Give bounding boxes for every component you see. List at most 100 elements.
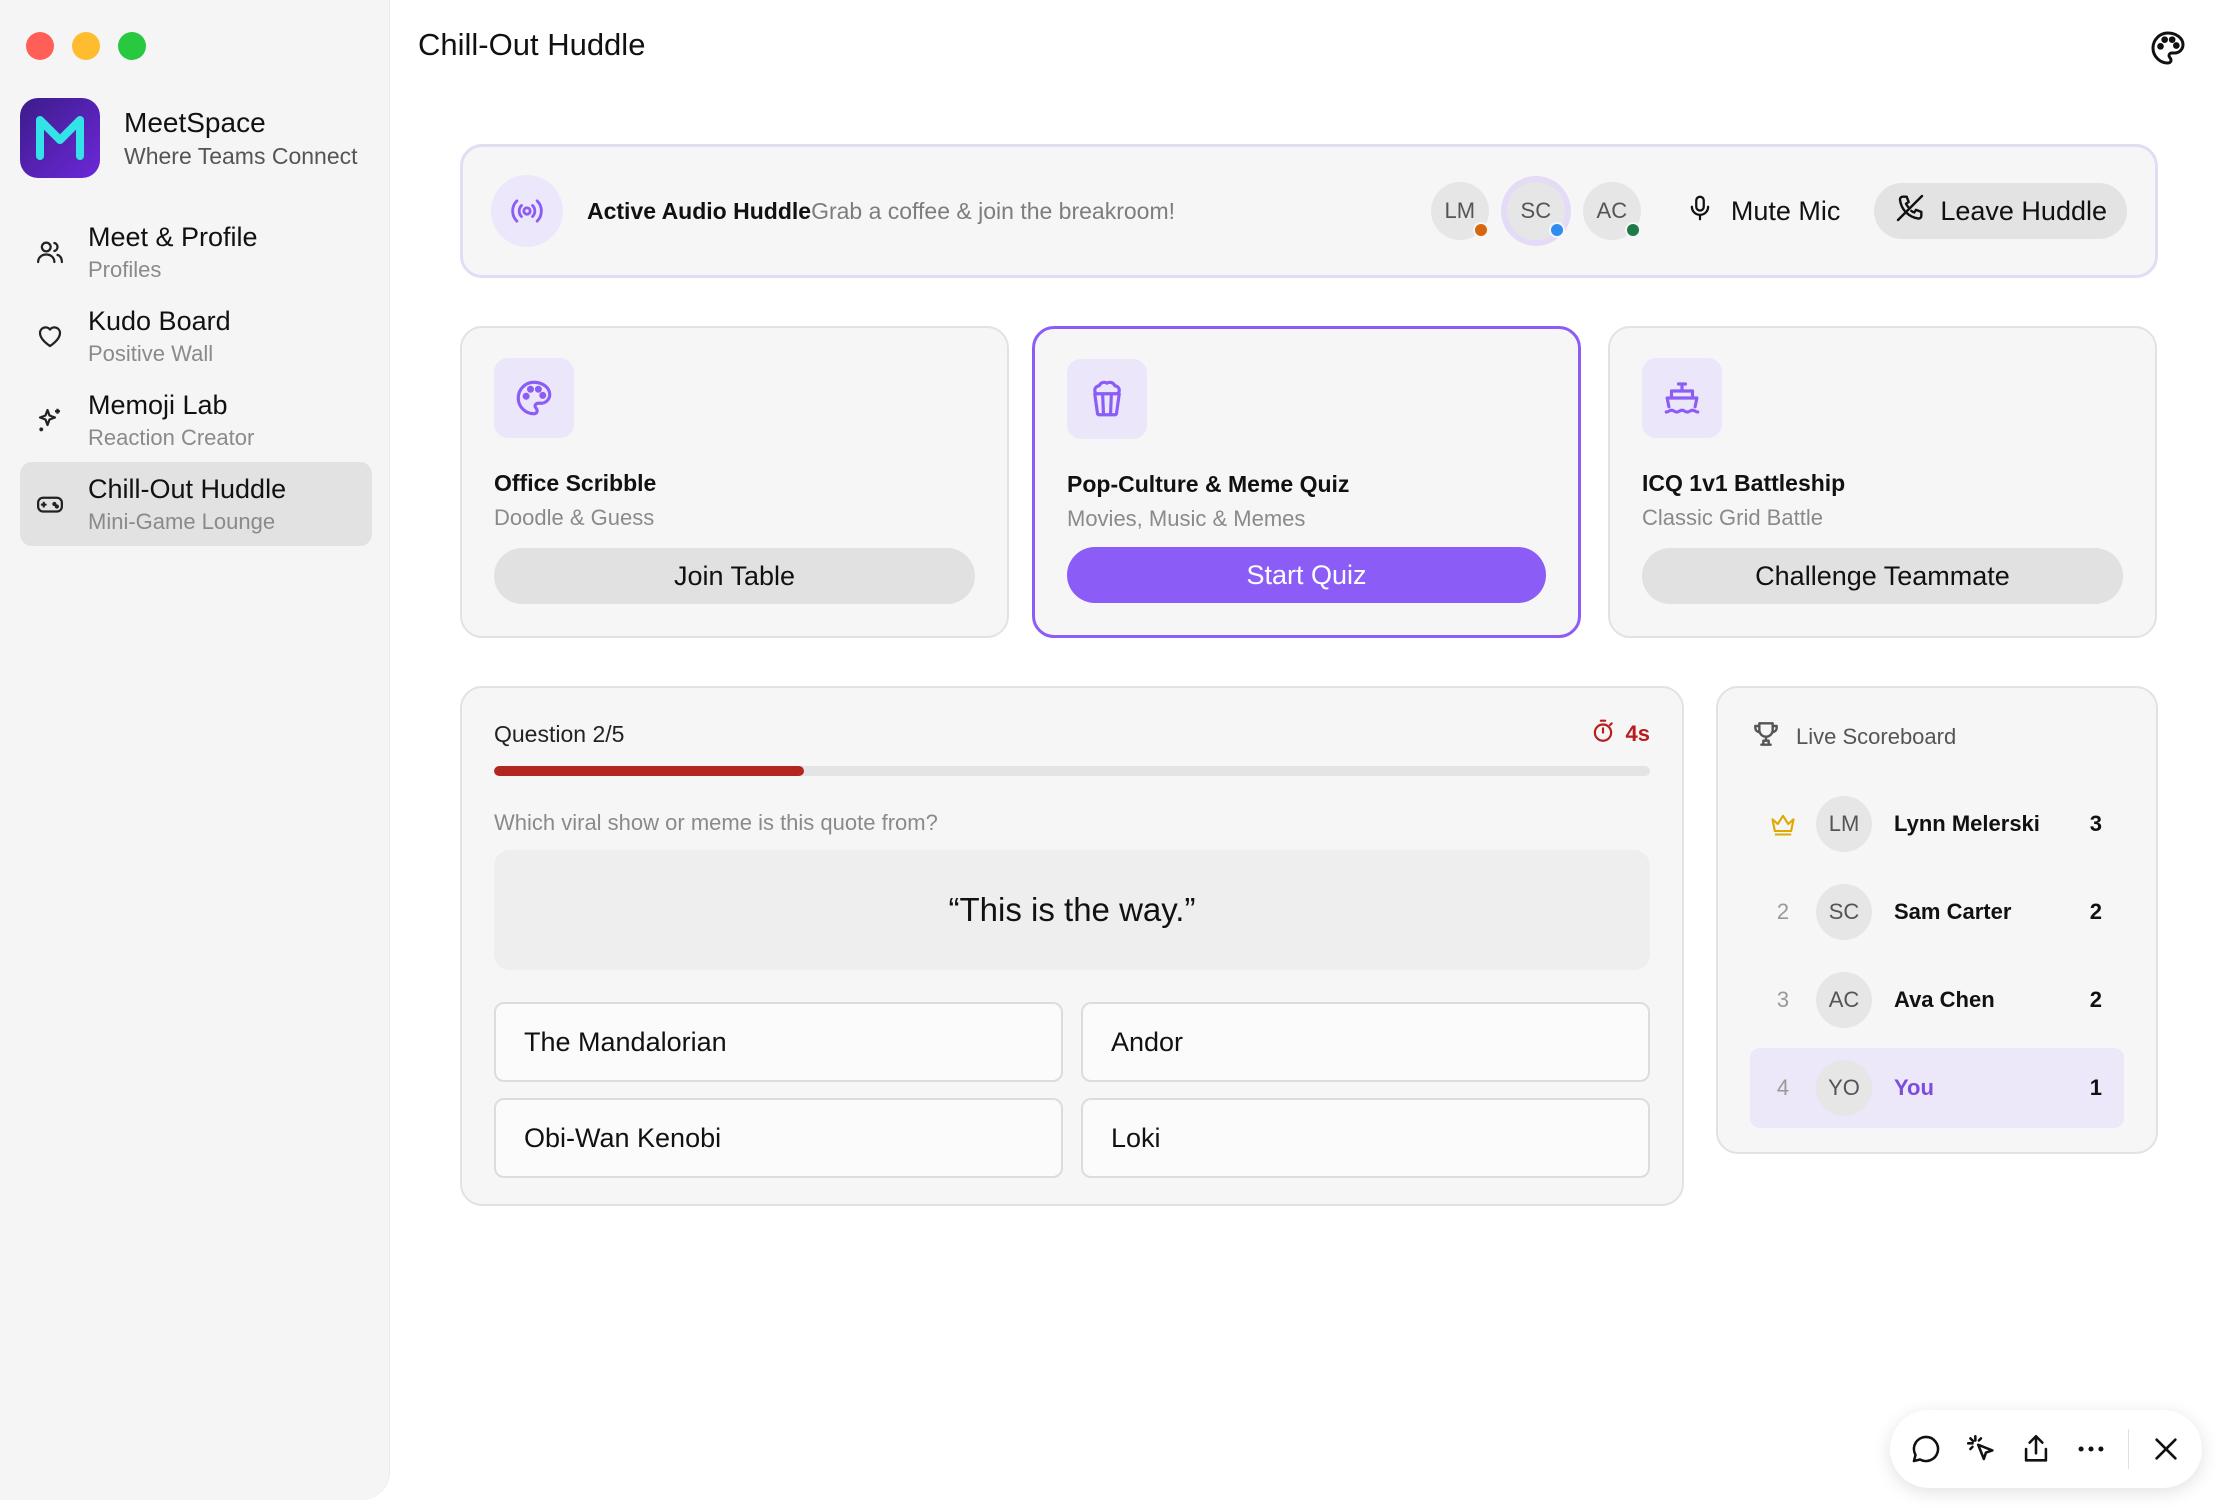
game-title: Office Scribble	[494, 470, 657, 496]
player-points: 1	[2089, 1075, 2102, 1100]
timer-value: 4s	[1625, 721, 1650, 746]
palette-icon	[494, 358, 574, 438]
close-window-button[interactable]	[26, 32, 54, 60]
sidebar-item-chill-out-huddle[interactable]: Chill-Out Huddle Mini-Game Lounge	[20, 462, 372, 546]
broadcast-icon	[491, 175, 563, 247]
status-dot	[1624, 222, 1641, 238]
game-card-meme-quiz[interactable]: Pop-Culture & Meme Quiz Movies, Music & …	[1032, 326, 1581, 638]
sidebar-item-label: Meet & Profile	[88, 221, 258, 252]
cursor-click-icon[interactable]	[1963, 1431, 1998, 1467]
more-icon[interactable]	[2073, 1431, 2108, 1467]
answer-option[interactable]: Obi-Wan Kenobi	[494, 1098, 1063, 1178]
player-name: Ava Chen	[1894, 987, 1995, 1012]
avatar: LM	[1816, 796, 1872, 852]
game-title: Pop-Culture & Meme Quiz	[1067, 471, 1350, 497]
close-icon[interactable]	[2149, 1431, 2184, 1467]
app-name: MeetSpace	[124, 106, 266, 138]
floating-toolbar	[1890, 1410, 2202, 1488]
scoreboard-row: LM Lynn Melerski 3	[1750, 784, 2124, 864]
participant-avatar[interactable]: SC	[1506, 182, 1565, 240]
avatar: SC	[1816, 884, 1872, 940]
answer-options: The Mandalorian Andor Obi-Wan Kenobi Lok…	[494, 1002, 1650, 1178]
start-quiz-button[interactable]: Start Quiz	[1067, 547, 1546, 603]
avatar-initials: SC	[1520, 198, 1552, 223]
stopwatch-icon	[1590, 718, 1616, 750]
player-points: 2	[2089, 987, 2102, 1012]
avatar: AC	[1816, 972, 1872, 1028]
quiz-quote: “This is the way.”	[494, 850, 1650, 970]
sparkles-icon	[34, 404, 66, 436]
quiz-panel: Question 2/5 4s Which viral show or meme…	[460, 686, 1684, 1206]
leave-huddle-label: Leave Huddle	[1940, 195, 2107, 226]
huddle-participants: LM SC AC	[1430, 182, 1641, 240]
trophy-icon	[1750, 718, 1782, 756]
avatar: YO	[1816, 1060, 1872, 1116]
users-icon	[34, 236, 66, 268]
leave-huddle-button[interactable]: Leave Huddle	[1874, 183, 2127, 239]
sidebar-item-sublabel: Reaction Creator	[88, 424, 255, 450]
sidebar-item-sublabel: Mini-Game Lounge	[88, 508, 276, 534]
comment-icon[interactable]	[1908, 1431, 1943, 1467]
player-rank: 4	[1776, 1075, 1790, 1100]
join-table-button[interactable]: Join Table	[494, 548, 975, 604]
audio-huddle-banner: Active Audio Huddle Grab a coffee & join…	[460, 144, 2158, 278]
sidebar-item-kudo-board[interactable]: Kudo Board Positive Wall	[20, 294, 372, 378]
toolbar-divider	[2128, 1429, 2129, 1469]
gamepad-icon	[34, 488, 66, 520]
sidebar-item-label: Chill-Out Huddle	[88, 473, 287, 504]
maximize-window-button[interactable]	[118, 32, 146, 60]
player-name: Lynn Melerski	[1894, 811, 2040, 836]
quiz-progress-fill	[494, 766, 804, 776]
player-name: You	[1894, 1075, 1934, 1100]
ship-icon	[1642, 358, 1722, 438]
sidebar-item-label: Memoji Lab	[88, 389, 228, 420]
share-icon[interactable]	[2018, 1431, 2053, 1467]
brand: MeetSpace Where Teams Connect	[20, 98, 358, 178]
answer-option[interactable]: Loki	[1081, 1098, 1650, 1178]
huddle-subtitle: Grab a coffee & join the breakroom!	[811, 197, 1176, 224]
mute-mic-label: Mute Mic	[1730, 195, 1841, 226]
participant-avatar[interactable]: AC	[1582, 182, 1641, 240]
scoreboard-row: 3 AC Ava Chen 2	[1750, 960, 2124, 1040]
player-rank: 3	[1776, 987, 1790, 1012]
huddle-title: Active Audio Huddle	[587, 197, 812, 224]
challenge-teammate-button[interactable]: Challenge Teammate	[1642, 548, 2123, 604]
live-scoreboard: Live Scoreboard LM Lynn Melerski 3 2 SC …	[1716, 686, 2158, 1154]
scoreboard-row: 2 SC Sam Carter 2	[1750, 872, 2124, 952]
app-tagline: Where Teams Connect	[124, 142, 358, 169]
game-card-office-scribble[interactable]: Office Scribble Doodle & Guess Join Tabl…	[460, 326, 1009, 638]
player-points: 3	[2089, 811, 2102, 836]
sidebar-item-sublabel: Positive Wall	[88, 340, 214, 366]
app-logo-icon	[20, 98, 100, 178]
quiz-prompt: Which viral show or meme is this quote f…	[494, 810, 938, 835]
game-card-battleship[interactable]: ICQ 1v1 Battleship Classic Grid Battle C…	[1608, 326, 2157, 638]
player-rank: 2	[1776, 899, 1790, 924]
quiz-progress-bar	[494, 766, 1650, 776]
participant-avatar[interactable]: LM	[1430, 182, 1489, 240]
sidebar-item-memoji-lab[interactable]: Memoji Lab Reaction Creator	[20, 378, 372, 462]
minimize-window-button[interactable]	[72, 32, 100, 60]
answer-option[interactable]: The Mandalorian	[494, 1002, 1063, 1082]
game-subtitle: Classic Grid Battle	[1642, 505, 1823, 530]
answer-option[interactable]: Andor	[1081, 1002, 1650, 1082]
mute-mic-button[interactable]: Mute Mic	[1685, 193, 1841, 230]
popcorn-icon	[1067, 359, 1147, 439]
game-subtitle: Movies, Music & Memes	[1067, 506, 1306, 531]
player-points: 2	[2089, 899, 2102, 924]
scoreboard-title: Live Scoreboard	[1796, 724, 1957, 749]
avatar-initials: LM	[1444, 198, 1476, 223]
status-dot	[1548, 222, 1565, 238]
crown-icon	[1760, 810, 1806, 838]
sidebar-item-sublabel: Profiles	[88, 256, 162, 282]
player-name: Sam Carter	[1894, 899, 2012, 924]
question-counter: Question 2/5	[494, 720, 625, 747]
theme-palette-icon[interactable]	[2148, 28, 2188, 68]
heart-icon	[34, 320, 66, 352]
sidebar-item-meet-profile[interactable]: Meet & Profile Profiles	[20, 210, 372, 294]
window-controls	[26, 32, 146, 60]
sidebar: MeetSpace Where Teams Connect Meet & Pro…	[0, 0, 390, 1500]
microphone-icon	[1685, 193, 1715, 230]
phone-off-icon	[1894, 192, 1926, 231]
game-title: ICQ 1v1 Battleship	[1642, 470, 1846, 496]
sidebar-item-label: Kudo Board	[88, 305, 231, 336]
